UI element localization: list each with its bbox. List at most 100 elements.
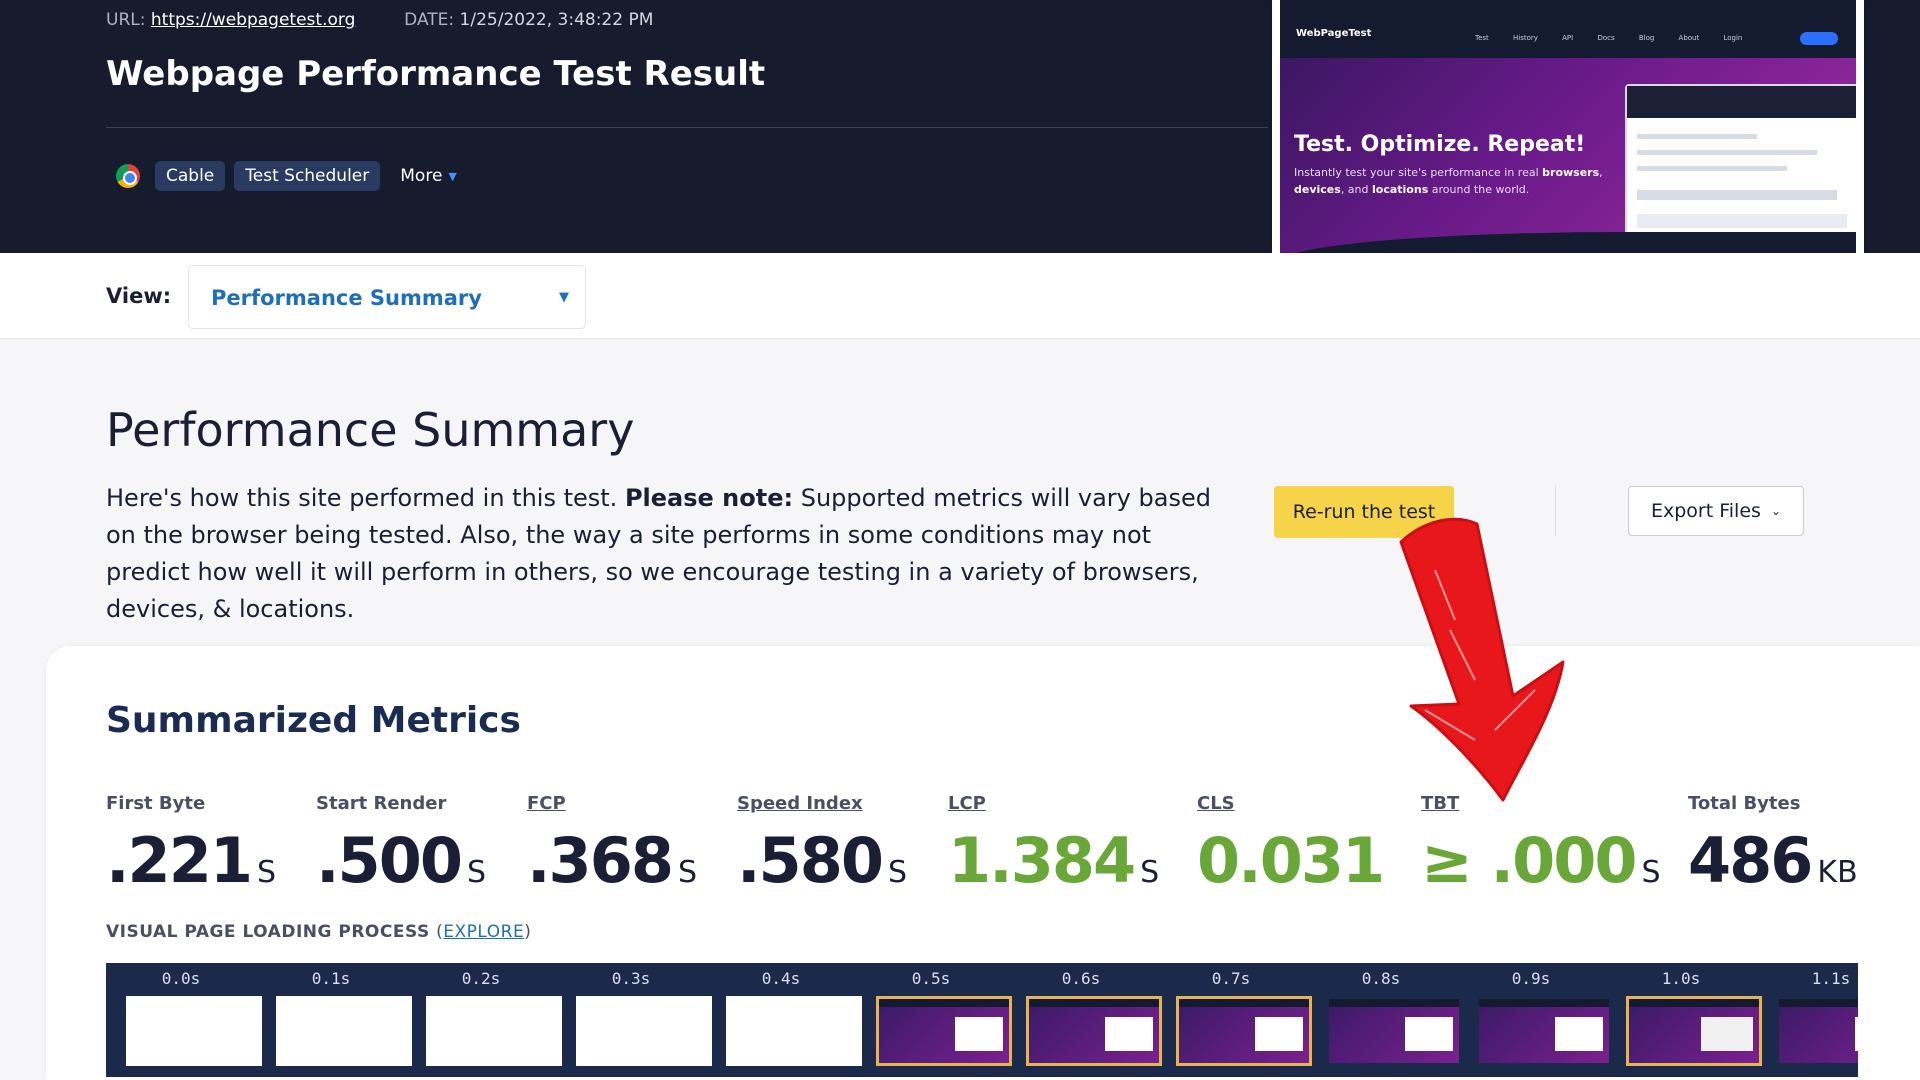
filmstrip-frame[interactable]: 1.1s bbox=[1756, 963, 1858, 1077]
test-date: 1/25/2022, 3:48:22 PM bbox=[459, 10, 654, 30]
export-files-button[interactable]: Export Files ⌄ bbox=[1628, 486, 1804, 536]
frame-thumbnail bbox=[126, 996, 262, 1066]
screenshot-preview-card bbox=[1625, 84, 1856, 244]
filmstrip-frame[interactable]: 0.9s bbox=[1456, 963, 1612, 1077]
url-link[interactable]: https://webpagetest.org bbox=[151, 10, 355, 30]
screenshot-nav: WebPageTest Test History API Docs Blog A… bbox=[1280, 0, 1856, 58]
frame-thumbnail bbox=[1026, 996, 1162, 1066]
filmstrip-frame[interactable]: 0.6s bbox=[1006, 963, 1162, 1077]
view-label: View: bbox=[106, 284, 172, 308]
metric-speed-index: Speed Index .580 S bbox=[737, 793, 907, 897]
screenshot-image: WebPageTest Test History API Docs Blog A… bbox=[1280, 0, 1856, 284]
filmstrip: 0.0s 0.1s 0.2s 0.3s 0.4s 0.5s 0.6s 0.7s … bbox=[106, 963, 1858, 1077]
metric-label-link[interactable]: Speed Index bbox=[737, 793, 907, 814]
metric-cls: CLS 0.031 bbox=[1197, 793, 1385, 897]
frame-thumbnail bbox=[576, 996, 712, 1066]
metric-value: ≥ .000 bbox=[1421, 824, 1638, 897]
chevron-down-icon: ⌄ bbox=[1770, 504, 1781, 518]
metric-label: Total Bytes bbox=[1688, 793, 1801, 814]
frame-time: 0.5s bbox=[911, 969, 951, 988]
frame-time: 0.1s bbox=[311, 969, 351, 988]
frame-thumbnail bbox=[1326, 996, 1462, 1066]
screenshot-logo: WebPageTest bbox=[1296, 28, 1372, 39]
metric-unit: S bbox=[1140, 855, 1160, 890]
screenshot-signup-button bbox=[1800, 32, 1838, 45]
frame-time: 1.0s bbox=[1661, 969, 1701, 988]
more-menu-button[interactable]: More ▼ bbox=[400, 166, 457, 186]
tag-test-scheduler[interactable]: Test Scheduler bbox=[234, 161, 381, 191]
metric-unit: S bbox=[887, 855, 908, 890]
chrome-icon bbox=[116, 164, 140, 188]
metric-value: .580 bbox=[737, 824, 884, 897]
metric-label-link[interactable]: LCP bbox=[948, 793, 1159, 814]
frame-thumbnail bbox=[1176, 996, 1312, 1066]
metric-unit: KB bbox=[1817, 855, 1858, 890]
metric-fcp: FCP .368 S bbox=[527, 793, 697, 897]
metric-lcp: LCP 1.384 S bbox=[948, 793, 1159, 897]
frame-thumbnail bbox=[1776, 996, 1858, 1066]
tag-connection[interactable]: Cable bbox=[155, 161, 226, 191]
test-tags: Cable Test Scheduler More ▼ bbox=[116, 161, 457, 191]
url-label: URL: bbox=[106, 10, 146, 30]
metric-label-link[interactable]: FCP bbox=[527, 793, 697, 814]
metric-unit: S bbox=[466, 855, 487, 890]
filmstrip-frame[interactable]: 0.0s bbox=[106, 963, 262, 1077]
screenshot-text: Instantly test your site's performance i… bbox=[1294, 166, 1603, 196]
frame-thumbnail bbox=[1626, 996, 1762, 1066]
metrics-title: Summarized Metrics bbox=[106, 700, 521, 741]
screenshot-nav-links: Test History API Docs Blog About Login bbox=[1475, 34, 1743, 42]
more-label: More bbox=[400, 166, 443, 186]
metric-unit: S bbox=[677, 855, 698, 890]
filmstrip-frame[interactable]: 0.3s bbox=[556, 963, 712, 1077]
metric-label: Start Render bbox=[316, 793, 447, 814]
frame-thumbnail bbox=[426, 996, 562, 1066]
metric-start-render: Start Render .500 S bbox=[316, 793, 486, 897]
explore-link[interactable]: EXPLORE bbox=[443, 922, 524, 942]
frame-time: 0.2s bbox=[461, 969, 501, 988]
header-divider bbox=[106, 127, 1268, 128]
metric-label-link[interactable]: CLS bbox=[1197, 793, 1383, 814]
section-title: Performance Summary bbox=[106, 403, 635, 457]
visual-loading-heading: VISUAL PAGE LOADING PROCESS (EXPLORE) bbox=[106, 922, 532, 942]
metric-tbt: TBT ≥ .000 S bbox=[1421, 793, 1661, 897]
filmstrip-frame[interactable]: 0.2s bbox=[406, 963, 562, 1077]
view-select-value: Performance Summary bbox=[211, 286, 482, 310]
filmstrip-frame[interactable]: 0.1s bbox=[256, 963, 412, 1077]
frame-time: 1.1s bbox=[1811, 969, 1851, 988]
screenshot-headline: Test. Optimize. Repeat! bbox=[1294, 132, 1586, 157]
caret-down-icon: ▼ bbox=[559, 290, 569, 305]
caret-down-icon: ▼ bbox=[448, 169, 457, 183]
metric-first-byte: First Byte .221 S bbox=[106, 793, 276, 897]
frame-time: 0.4s bbox=[761, 969, 801, 988]
view-select[interactable]: Performance Summary ▼ bbox=[188, 265, 586, 329]
frame-time: 0.0s bbox=[161, 969, 201, 988]
metric-value: 486 bbox=[1688, 824, 1813, 897]
metric-value: 1.384 bbox=[948, 824, 1136, 897]
metric-value: .368 bbox=[527, 824, 674, 897]
filmstrip-frame[interactable]: 0.7s bbox=[1156, 963, 1312, 1077]
page-title: Webpage Performance Test Result bbox=[106, 54, 766, 94]
frame-thumbnail bbox=[276, 996, 412, 1066]
export-files-label: Export Files bbox=[1651, 500, 1761, 522]
metric-value: .500 bbox=[316, 824, 463, 897]
metric-total-bytes: Total Bytes 486 KB bbox=[1688, 793, 1858, 897]
frame-thumbnail bbox=[876, 996, 1012, 1066]
frame-time: 0.6s bbox=[1061, 969, 1101, 988]
filmstrip-frame[interactable]: 0.4s bbox=[706, 963, 862, 1077]
test-meta: URL: https://webpagetest.org DATE: 1/25/… bbox=[106, 10, 653, 30]
frame-time: 0.7s bbox=[1211, 969, 1251, 988]
filmstrip-frame[interactable]: 1.0s bbox=[1606, 963, 1762, 1077]
metric-value: .221 bbox=[106, 824, 253, 897]
frame-time: 0.8s bbox=[1361, 969, 1401, 988]
filmstrip-frame[interactable]: 0.5s bbox=[856, 963, 1012, 1077]
metric-label: First Byte bbox=[106, 793, 206, 814]
metric-value: 0.031 bbox=[1197, 824, 1385, 897]
filmstrip-frame[interactable]: 0.8s bbox=[1306, 963, 1462, 1077]
frame-time: 0.3s bbox=[611, 969, 651, 988]
view-bar: View: Performance Summary ▼ bbox=[0, 253, 1920, 339]
site-screenshot-thumbnail[interactable]: WebPageTest Test History API Docs Blog A… bbox=[1272, 0, 1864, 292]
date-label: DATE: bbox=[404, 10, 455, 30]
metric-unit: S bbox=[256, 855, 277, 890]
annotation-arrow-icon bbox=[1399, 517, 1565, 802]
frame-thumbnail bbox=[726, 996, 862, 1066]
